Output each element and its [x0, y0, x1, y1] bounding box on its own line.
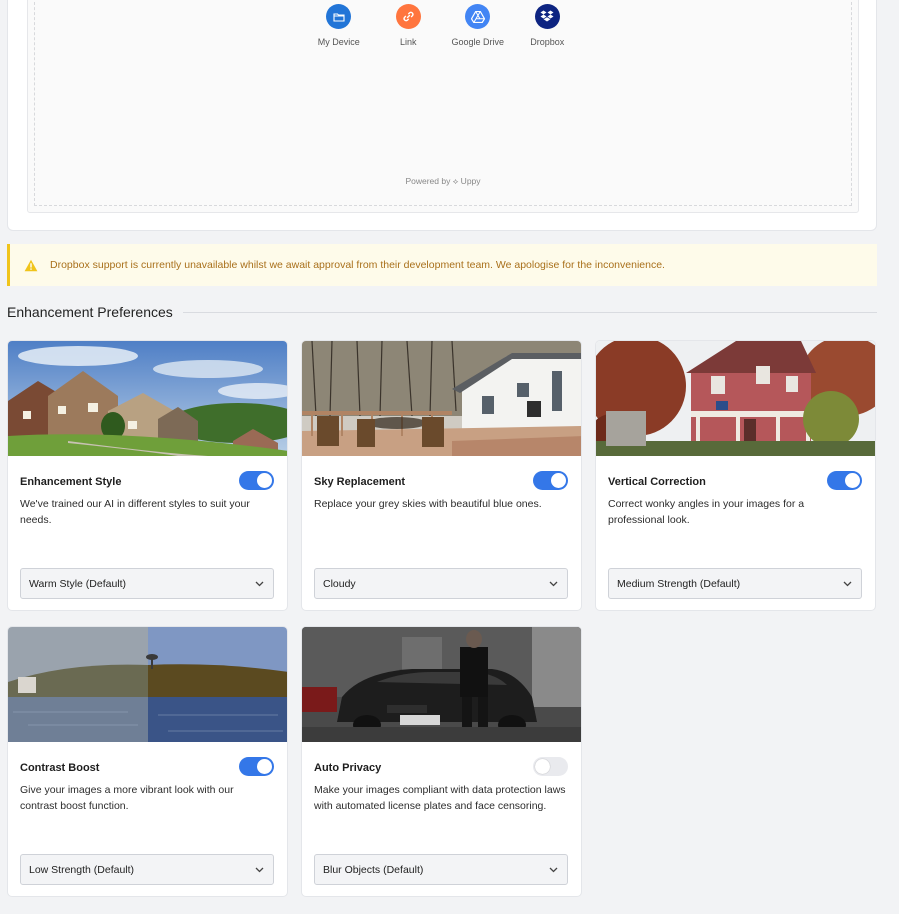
select-value: Blur Objects (Default): [323, 863, 424, 876]
chevron-down-icon: [549, 867, 558, 872]
warning-icon: [24, 259, 38, 271]
card-title: Contrast Boost: [20, 762, 100, 774]
vertical-correction-toggle[interactable]: [827, 471, 862, 490]
source-label: Link: [399, 37, 417, 47]
chevron-down-icon: [549, 581, 558, 586]
card-description: Correct wonky angles in your images for …: [608, 498, 805, 526]
sky-replacement-select[interactable]: Cloudy: [314, 568, 568, 599]
enhancement-preferences-header: Enhancement Preferences: [7, 304, 877, 320]
card-title: Enhancement Style: [20, 476, 122, 488]
dropbox-icon: [534, 4, 560, 29]
section-heading: Enhancement Preferences: [7, 304, 173, 320]
chevron-down-icon: [255, 867, 264, 872]
lake-photo: [8, 627, 287, 742]
toggle-knob: [257, 759, 272, 774]
upload-panel: My Device Link Google Drive Dropbox Powe…: [7, 0, 877, 231]
source-google-drive[interactable]: Google Drive: [443, 4, 513, 47]
warning-text: Dropbox support is currently unavailable…: [50, 259, 665, 271]
toggle-knob: [551, 473, 566, 488]
powered-by-uppy[interactable]: Powered by ⟡ Uppy: [35, 176, 851, 187]
card-vertical-correction: Vertical Correction Correct wonky angles…: [595, 340, 876, 611]
toggle-knob: [257, 473, 272, 488]
red-house-photo: [596, 341, 875, 456]
sky-replacement-toggle[interactable]: [533, 471, 568, 490]
select-value: Medium Strength (Default): [617, 577, 741, 590]
enhancement-style-toggle[interactable]: [239, 471, 274, 490]
uppy-dashboard[interactable]: My Device Link Google Drive Dropbox Powe…: [27, 0, 859, 213]
toggle-knob: [845, 473, 860, 488]
dropbox-warning-banner: Dropbox support is currently unavailable…: [7, 244, 877, 286]
card-description: Give your images a more vibrant look wit…: [20, 784, 234, 812]
car-photo: [302, 627, 581, 742]
card-title: Sky Replacement: [314, 476, 406, 488]
select-value: Warm Style (Default): [29, 577, 127, 590]
enhancement-style-select[interactable]: Warm Style (Default): [20, 568, 274, 599]
source-link[interactable]: Link: [374, 4, 444, 47]
divider: [182, 311, 877, 313]
vertical-correction-select[interactable]: Medium Strength (Default): [608, 568, 862, 599]
contrast-boost-toggle[interactable]: [239, 757, 274, 776]
card-sky-replacement: Sky Replacement Replace your grey skies …: [301, 340, 582, 611]
card-enhancement-style: Enhancement Style We've trained our AI i…: [7, 340, 288, 611]
source-dropbox[interactable]: Dropbox: [513, 4, 583, 47]
google-drive-icon: [465, 4, 491, 29]
toggle-knob: [535, 759, 550, 774]
link-icon: [395, 4, 421, 29]
card-description: We've trained our AI in different styles…: [20, 498, 250, 526]
source-my-device[interactable]: My Device: [304, 4, 374, 47]
card-contrast-boost: Contrast Boost Give your images a more v…: [7, 626, 288, 897]
card-description: Replace your grey skies with beautiful b…: [314, 498, 542, 510]
patio-photo: [302, 341, 581, 456]
source-label: Google Drive: [451, 37, 505, 47]
card-auto-privacy: Auto Privacy Make your images compliant …: [301, 626, 582, 897]
upload-source-list: My Device Link Google Drive Dropbox: [35, 4, 851, 47]
auto-privacy-toggle[interactable]: [533, 757, 568, 776]
select-value: Cloudy: [323, 577, 356, 590]
select-value: Low Strength (Default): [29, 863, 135, 876]
source-label: My Device: [317, 37, 360, 47]
card-title: Auto Privacy: [314, 762, 382, 774]
auto-privacy-select[interactable]: Blur Objects (Default): [314, 854, 568, 885]
card-title: Vertical Correction: [608, 476, 706, 488]
source-label: Dropbox: [530, 37, 565, 47]
card-description: Make your images compliant with data pro…: [314, 784, 566, 812]
chevron-down-icon: [255, 581, 264, 586]
houses-photo: [8, 341, 287, 456]
chevron-down-icon: [843, 581, 852, 586]
contrast-boost-select[interactable]: Low Strength (Default): [20, 854, 274, 885]
folder-icon: [326, 4, 352, 29]
drop-zone[interactable]: My Device Link Google Drive Dropbox Powe…: [34, 0, 852, 206]
